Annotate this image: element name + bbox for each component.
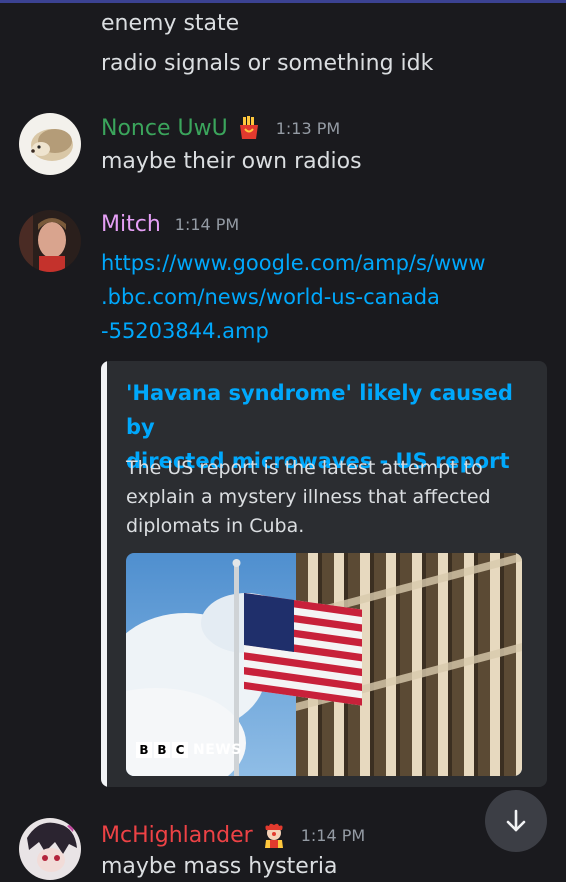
embed-title-line[interactable]: 'Havana syndrome' likely caused by [126, 376, 536, 444]
username[interactable]: Nonce UwU [101, 116, 228, 141]
embed-accent-bar [101, 361, 107, 787]
timestamp: 1:14 PM [174, 215, 240, 234]
embed-description: The US report is the latest attempt to e… [126, 454, 526, 541]
avatar[interactable] [19, 818, 81, 880]
jump-to-bottom-button[interactable] [485, 790, 547, 852]
avatar-photo [19, 210, 81, 272]
link-embed: 'Havana syndrome' likely caused by direc… [101, 361, 547, 787]
username[interactable]: Mitch [101, 212, 161, 237]
arrow-down-icon [506, 809, 526, 832]
message-text: radio signals or something idk [101, 51, 434, 76]
avatar-anime-image [19, 818, 81, 880]
message-link[interactable]: https://www.google.com/amp/s/www [101, 246, 486, 280]
embed-description-line: diplomats in Cuba. [126, 515, 305, 537]
bbc-logo-letter: C [172, 742, 188, 758]
embed-description-line: explain a mystery illness that affected [126, 486, 491, 508]
message-header: Nonce UwU 1:13 PM [101, 115, 340, 141]
timestamp: 1:13 PM [275, 118, 341, 138]
embed-description-line: The US report is the latest attempt to [126, 457, 483, 479]
message-header: Mitch 1:14 PM [101, 212, 239, 237]
bbc-logo-news: NEWS [193, 742, 242, 758]
clown-icon [261, 822, 287, 848]
username[interactable]: McHighlander [101, 823, 253, 848]
avatar[interactable] [19, 210, 81, 272]
top-accent-line [0, 0, 566, 3]
message-link[interactable]: -55203844.amp [101, 314, 269, 348]
message-link[interactable]: .bbc.com/news/world-us-canada [101, 280, 440, 314]
bbc-logo-letter: B [154, 742, 170, 758]
message-text: maybe mass hysteria [101, 854, 338, 879]
avatar[interactable] [19, 113, 81, 175]
bbc-logo-letter: B [136, 742, 152, 758]
bbc-news-logo: B B C NEWS [136, 742, 242, 758]
fries-icon [236, 115, 262, 141]
message-header: McHighlander 1:14 PM [101, 822, 365, 848]
avatar-hedgehog-image [19, 113, 81, 175]
message-text: maybe their own radios [101, 149, 362, 174]
message-text: enemy state [101, 11, 240, 36]
timestamp: 1:14 PM [300, 825, 366, 845]
embed-image[interactable]: B B C NEWS [126, 553, 522, 776]
